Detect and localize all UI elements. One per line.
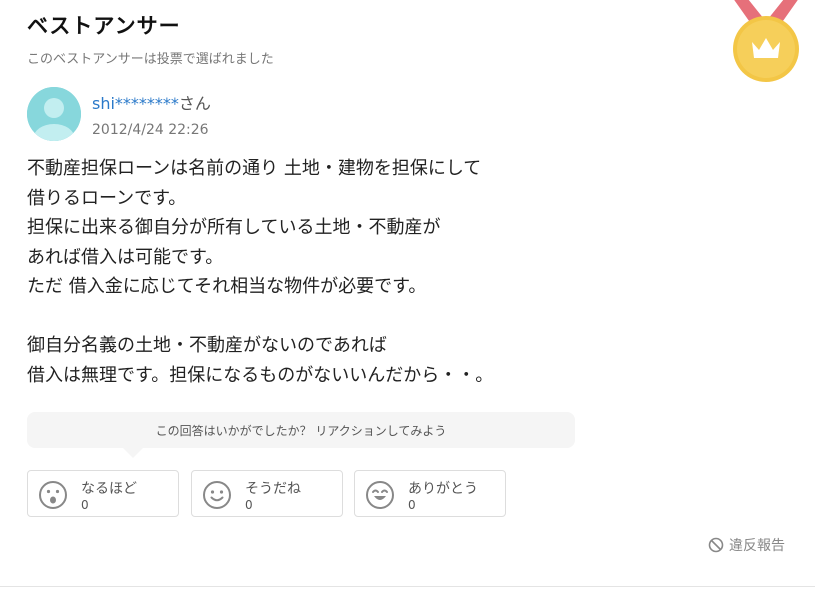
reaction-soudane-button[interactable]: そうだね 0	[191, 470, 343, 517]
page-title: ベストアンサー	[27, 14, 181, 38]
reaction-label: ありがとう	[408, 481, 478, 497]
surprised-face-icon	[39, 481, 67, 509]
reaction-prompt-text: この回答はいかがでしたか？ リアクションしてみよう	[155, 423, 447, 438]
answer-line: 借りるローンです。	[27, 187, 187, 209]
reaction-label: そうだね	[245, 481, 301, 497]
answer-line	[27, 302, 597, 332]
answer-line: 不動産担保ローンは名前の通り 土地・建物を担保にして	[27, 158, 482, 179]
report-label: 違反報告	[729, 538, 785, 554]
prohibited-icon	[708, 537, 724, 553]
author-name[interactable]: shi********	[92, 94, 179, 113]
answer-author[interactable]: shi********さん	[92, 90, 211, 114]
answer-line: ただ 借入金に応じてそれ相当な物件が必要です。	[27, 276, 427, 297]
answer-line: 御自分名義の土地・不動産がないのであれば	[27, 335, 387, 356]
reaction-count: 0	[81, 498, 89, 512]
reaction-naruhodo-button[interactable]: なるほど 0	[27, 470, 179, 517]
page-subtitle: このベストアンサーは投票で選ばれました	[27, 52, 274, 67]
crown-medal-icon	[733, 0, 799, 82]
smile-face-icon	[203, 481, 231, 509]
answer-body: 不動産担保ローンは名前の通り 土地・建物を担保にして 借りるローンです。 担保に…	[27, 154, 597, 390]
reaction-prompt: この回答はいかがでしたか？ リアクションしてみよう	[27, 412, 575, 458]
reaction-label: なるほど	[81, 481, 137, 497]
answer-line: あれば借入は可能です。	[27, 246, 224, 268]
grin-face-icon	[366, 481, 394, 509]
reaction-count: 0	[245, 498, 253, 512]
report-link[interactable]: 違反報告	[708, 535, 785, 555]
divider	[0, 586, 815, 587]
reaction-arigatou-button[interactable]: ありがとう 0	[354, 470, 506, 517]
answer-line: 借入は無理です。担保になるものがないいんだから・・。	[27, 364, 494, 386]
author-suffix: さん	[178, 94, 211, 113]
answer-date: 2012/4/24 22:26	[92, 122, 209, 138]
answer-line: 担保に出来る御自分が所有している土地・不動産が	[27, 217, 441, 238]
user-silhouette-icon	[27, 87, 81, 141]
avatar[interactable]	[27, 87, 81, 141]
reaction-count: 0	[408, 498, 416, 512]
